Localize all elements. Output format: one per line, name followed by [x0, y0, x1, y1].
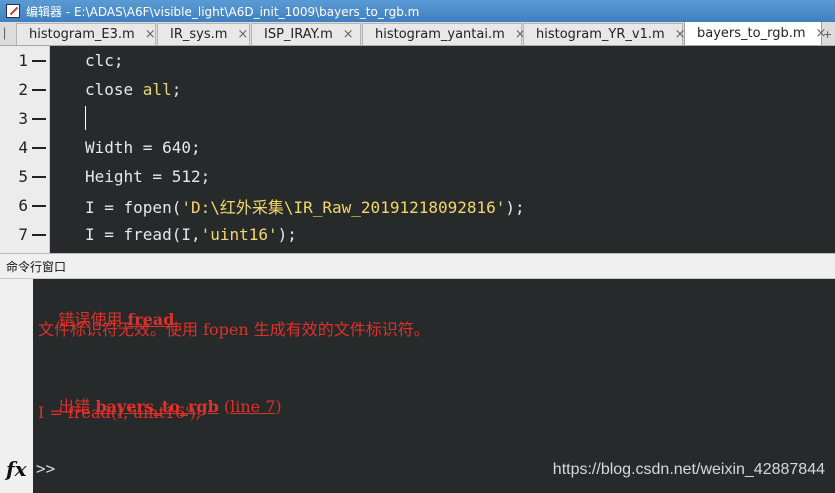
tab-ir-sys[interactable]: IR_sys.m ×	[157, 23, 250, 45]
tab-label: IR_sys.m	[170, 27, 228, 42]
breakpoint-dash[interactable]	[32, 59, 46, 62]
tab-histogram-yr-v1[interactable]: histogram_YR_v1.m ×	[523, 23, 686, 45]
fx-icon[interactable]: fx	[6, 457, 27, 481]
breakpoint-dash[interactable]	[32, 146, 46, 149]
editor-tab-bar: ▏ histogram_E3.m × IR_sys.m × ISP_IRAY.m…	[0, 22, 835, 46]
line-number: 5	[18, 167, 28, 186]
tab-scroll-left-icon[interactable]: ▏	[0, 23, 16, 45]
string-literal: 'D:\红外采集\IR_Raw_20191218092816'	[181, 197, 506, 217]
code-token: I = fread(I,	[85, 225, 201, 244]
keyword: all	[142, 80, 172, 99]
close-icon[interactable]: ×	[145, 27, 156, 42]
window-title: 编辑器 - E:\ADAS\A6F\visible_light\A6D_init…	[26, 4, 420, 19]
line-number: 2	[18, 80, 28, 99]
code-text: I = fopen('D:\红外采集\IR_Raw_20191218092816…	[85, 194, 525, 218]
code-line[interactable]: 3	[0, 104, 835, 133]
command-window[interactable]: 错误使用 fread 文件标识符无效。使用 fopen 生成有效的文件标识符。 …	[0, 279, 835, 493]
tab-label: histogram_E3.m	[29, 27, 135, 42]
tab-histogram-e3[interactable]: histogram_E3.m ×	[16, 23, 156, 45]
location-line-link[interactable]: line 7	[230, 397, 275, 416]
tab-label: ISP_IRAY.m	[264, 27, 333, 42]
line-number: 1	[18, 51, 28, 70]
line-number: 4	[18, 138, 28, 157]
code-line[interactable]: 7 I = fread(I,'uint16');	[0, 220, 835, 249]
close-icon[interactable]: ×	[237, 27, 248, 42]
code-text: I = fread(I,'uint16');	[85, 225, 297, 244]
code-text: Width = 640;	[85, 138, 201, 157]
window-titlebar: 编辑器 - E:\ADAS\A6F\visible_light\A6D_init…	[0, 0, 835, 22]
tab-isp-iray[interactable]: ISP_IRAY.m ×	[251, 23, 361, 45]
code-token: I = fopen(	[85, 197, 182, 217]
code-token: Width = 640;	[85, 138, 201, 157]
command-window-header: 命令行窗口	[0, 253, 835, 279]
line-number: 6	[18, 196, 28, 215]
code-line[interactable]: 2 close all;	[0, 75, 835, 104]
line-number: 7	[18, 225, 28, 244]
watermark-text: https://blog.csdn.net/weixin_42887844	[552, 461, 825, 478]
tab-scroll-right-icon[interactable]: +	[823, 23, 835, 45]
breakpoint-dash[interactable]	[32, 175, 46, 178]
code-token: ;	[171, 80, 182, 99]
tab-label: histogram_YR_v1.m	[536, 27, 665, 42]
code-line[interactable]: 4 Width = 640;	[0, 133, 835, 162]
breakpoint-dash[interactable]	[32, 204, 46, 207]
code-token: );	[505, 197, 525, 217]
code-text: clc;	[85, 51, 124, 70]
text-cursor	[85, 106, 86, 130]
error-message: 文件标识符无效。使用 fopen 生成有效的文件标识符。	[38, 320, 430, 339]
breakpoint-dash[interactable]	[32, 117, 46, 120]
breakpoint-dash[interactable]	[32, 88, 46, 91]
code-token: close	[85, 80, 143, 99]
code-line[interactable]: 6 I = fopen('D:\红外采集\IR_Raw_2019121809281…	[0, 191, 835, 220]
tab-bayers-to-rgb[interactable]: bayers_to_rgb.m ×	[684, 22, 826, 45]
command-prompt[interactable]: >>	[36, 459, 55, 478]
breakpoint-dash[interactable]	[32, 233, 46, 236]
code-token: );	[277, 225, 297, 244]
code-token: Height = 512;	[85, 167, 211, 186]
code-text: close all;	[85, 80, 181, 99]
command-window-title: 命令行窗口	[6, 259, 67, 274]
code-line[interactable]: 5 Height = 512;	[0, 162, 835, 191]
editor-app-icon	[6, 4, 20, 18]
line-number: 3	[18, 109, 28, 128]
tab-label: bayers_to_rgb.m	[697, 26, 806, 41]
code-token: clc;	[85, 51, 124, 70]
code-line[interactable]: 1 clc;	[0, 46, 835, 75]
error-code-line: I = fread(I,'uint16');	[38, 403, 202, 422]
string-literal: 'uint16'	[200, 225, 278, 244]
close-icon[interactable]: ×	[343, 27, 354, 42]
code-text: Height = 512;	[85, 167, 210, 186]
code-editor[interactable]: 1 clc; 2 close all; 3 4 Width = 640; 5 Height = …	[0, 46, 835, 253]
tab-histogram-yantai[interactable]: histogram_yantai.m ×	[362, 23, 526, 45]
tab-label: histogram_yantai.m	[375, 27, 505, 42]
